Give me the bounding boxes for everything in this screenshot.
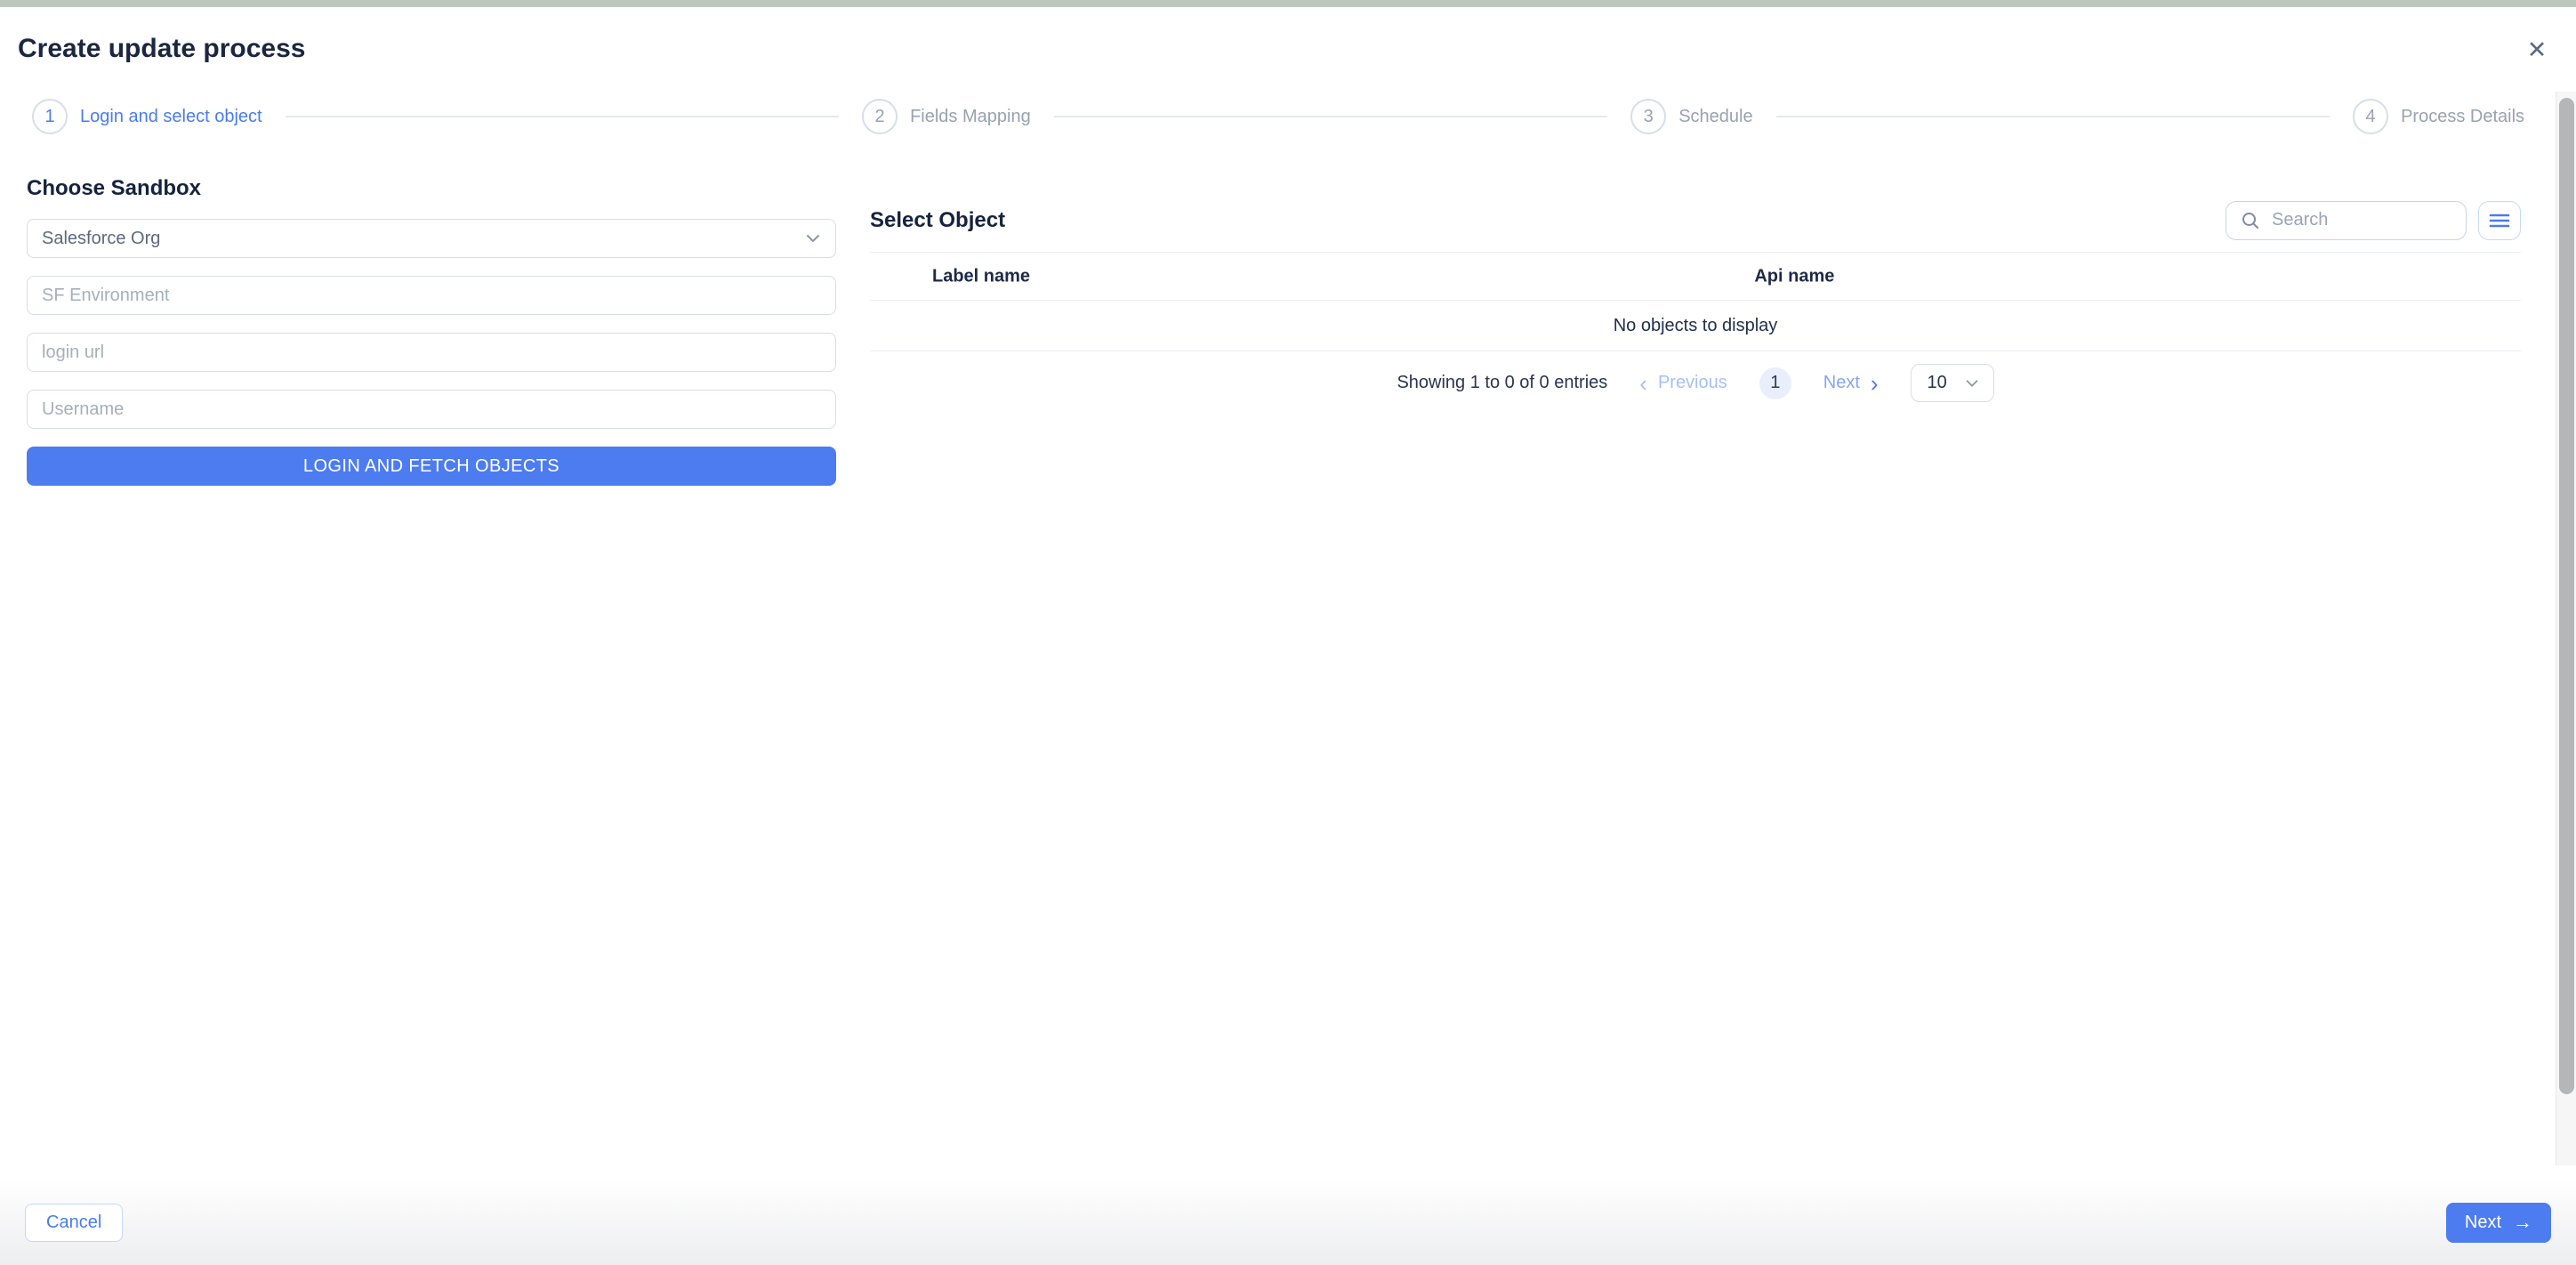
salesforce-org-select[interactable]: Salesforce Org bbox=[27, 219, 836, 258]
previous-label: Previous bbox=[1658, 373, 1727, 393]
step-label: Process Details bbox=[2401, 107, 2524, 127]
sf-environment-input[interactable] bbox=[27, 276, 836, 315]
chevron-left-icon: ‹ bbox=[1639, 375, 1647, 392]
page-number-button[interactable]: 1 bbox=[1759, 367, 1791, 399]
stepper-connector bbox=[1054, 116, 1607, 117]
close-icon: ✕ bbox=[2527, 36, 2548, 64]
create-update-process-dialog: Create update process ✕ 1 Login and sele… bbox=[0, 0, 2576, 1265]
username-input[interactable] bbox=[27, 390, 836, 429]
step-label: Login and select object bbox=[80, 107, 262, 127]
table-empty-message: No objects to display bbox=[870, 301, 2521, 350]
page-top-strip bbox=[0, 0, 2576, 7]
cancel-button[interactable]: Cancel bbox=[25, 1204, 123, 1242]
step-label: Schedule bbox=[1678, 107, 1752, 127]
stepper-connector bbox=[286, 116, 839, 117]
search-input[interactable] bbox=[2272, 210, 2453, 230]
salesforce-org-select-value: Salesforce Org bbox=[42, 229, 160, 249]
wizard-stepper: 1 Login and select object 2 Fields Mappi… bbox=[32, 99, 2524, 134]
arrow-right-icon: → bbox=[2513, 1213, 2532, 1231]
step-number-badge: 4 bbox=[2353, 99, 2388, 134]
select-object-heading: Select Object bbox=[870, 208, 1005, 233]
select-object-panel: Select Object Label name Api name bbox=[870, 189, 2521, 402]
chevron-down-icon bbox=[1963, 375, 1981, 392]
step-number-badge: 1 bbox=[32, 99, 68, 134]
page-size-value: 10 bbox=[1928, 373, 1947, 393]
next-button-label: Next bbox=[2465, 1213, 2501, 1233]
step-login-and-select-object[interactable]: 1 Login and select object bbox=[32, 99, 262, 134]
page-size-select[interactable]: 10 bbox=[1911, 364, 1994, 402]
next-page-button[interactable]: Next › bbox=[1823, 373, 1879, 393]
column-header-api-name: Api name bbox=[1754, 266, 1834, 286]
column-menu-button[interactable] bbox=[2478, 201, 2521, 240]
table-divider bbox=[870, 350, 2521, 351]
chevron-right-icon: › bbox=[1871, 375, 1879, 392]
step-fields-mapping[interactable]: 2 Fields Mapping bbox=[862, 99, 1031, 134]
object-search bbox=[2226, 201, 2467, 240]
step-label: Fields Mapping bbox=[910, 107, 1031, 127]
vertical-scrollbar-track[interactable] bbox=[2556, 92, 2576, 1165]
login-and-fetch-objects-button[interactable]: LOGIN AND FETCH OBJECTS bbox=[27, 447, 836, 486]
choose-sandbox-heading: Choose Sandbox bbox=[27, 176, 836, 201]
previous-page-button[interactable]: ‹ Previous bbox=[1639, 373, 1727, 393]
step-number-badge: 2 bbox=[862, 99, 898, 134]
next-button[interactable]: Next → bbox=[2446, 1203, 2551, 1243]
pagination-summary: Showing 1 to 0 of 0 entries bbox=[1397, 373, 1607, 393]
objects-table-header: Label name Api name bbox=[870, 253, 2521, 300]
next-label: Next bbox=[1823, 373, 1860, 393]
step-number-badge: 3 bbox=[1630, 99, 1666, 134]
column-header-label-name: Label name bbox=[932, 266, 1030, 286]
page-title: Create update process bbox=[18, 34, 305, 64]
table-pagination: Showing 1 to 0 of 0 entries ‹ Previous 1… bbox=[870, 364, 2521, 402]
close-button[interactable]: ✕ bbox=[2517, 30, 2556, 69]
chevron-down-icon bbox=[803, 229, 823, 248]
step-schedule[interactable]: 3 Schedule bbox=[1630, 99, 1752, 134]
step-process-details[interactable]: 4 Process Details bbox=[2353, 99, 2524, 134]
hamburger-menu-icon bbox=[2488, 211, 2511, 230]
sandbox-login-form: Choose Sandbox Salesforce Org LOGIN AND … bbox=[27, 176, 836, 486]
stepper-connector bbox=[1776, 116, 2330, 117]
select-object-header: Select Object bbox=[870, 189, 2521, 252]
table-tools bbox=[2226, 201, 2521, 240]
search-icon bbox=[2240, 210, 2261, 231]
login-url-input[interactable] bbox=[27, 333, 836, 372]
vertical-scrollbar-thumb[interactable] bbox=[2559, 98, 2574, 1094]
dialog-footer: Cancel Next → bbox=[0, 1180, 2576, 1265]
